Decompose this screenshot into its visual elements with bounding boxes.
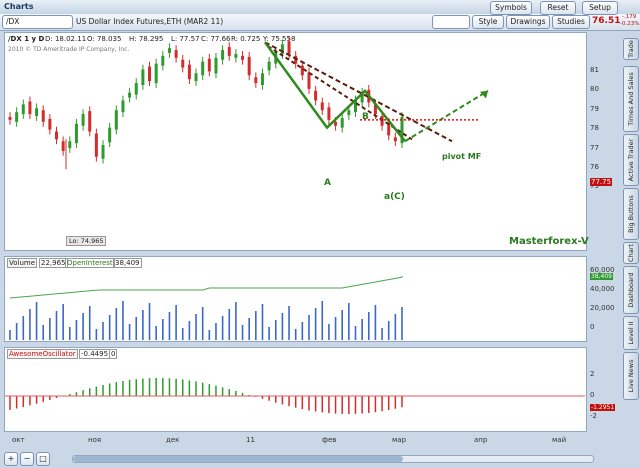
candle-body [347,110,351,116]
candle-body [194,73,198,82]
candle-body [154,63,158,84]
candle-body [141,69,145,85]
candle-body [128,92,132,98]
candle-body [207,58,211,72]
trend-line-upper [264,41,453,143]
candle-body [247,56,251,76]
candle-body [227,47,231,56]
ao-tick: -2 [590,412,597,420]
month-label: май [552,436,567,444]
candle-body [260,73,264,85]
side-tab[interactable]: Times And Sales [623,66,639,132]
candle-body [21,104,25,115]
candle-body [267,61,271,71]
candle-body [121,100,125,113]
month-label: фев [322,436,337,444]
month-label: мар [392,436,407,444]
volume-tick: 40,000 [590,285,615,293]
side-tab[interactable]: Level II [623,316,639,350]
candle-body [214,57,218,74]
candle-body [88,111,92,132]
candle-body [187,64,191,80]
candle-body [48,118,52,130]
price-tag-red: 77.75 [590,178,613,186]
candle-body [94,133,98,157]
zoom-controls: + − □ [4,452,64,466]
candle-body [307,72,311,89]
candle-body [254,77,258,84]
ao-tick: 0 [590,391,595,399]
month-label: ноя [88,436,102,444]
volume-tick: 20,000 [590,304,615,312]
candle-body [287,41,291,54]
candle-body [314,90,318,101]
chart-canvas [5,36,585,414]
wave-a-label: A [324,178,331,188]
candle-body [300,65,304,76]
candle-body [234,53,238,58]
candle-body [174,50,178,58]
scrollbar-thumb[interactable] [73,456,403,462]
month-label: 11 [246,436,255,444]
candle-body [241,55,245,60]
candle-body [393,137,397,142]
horizontal-scrollbar[interactable] [72,455,594,463]
candle-body [101,145,105,159]
candle-body [327,107,331,120]
candle-body [81,114,85,126]
candle-body [28,101,32,115]
candle-body [148,66,152,82]
candle-body [340,117,344,128]
candle-body [68,141,72,149]
ao-tick: 2 [590,370,595,378]
zoom-in-icon[interactable]: + [4,452,18,466]
candle-body [35,108,39,117]
price-tick: 77 [590,143,599,152]
month-label: окт [12,436,25,444]
side-tab[interactable]: Live News [623,352,639,400]
zoom-fit-icon[interactable]: □ [36,452,50,466]
month-label: апр [474,436,488,444]
candle-body [161,55,165,66]
candle-body [134,83,138,95]
pivot-label: pivot MF [442,152,482,161]
candle-body [74,123,78,144]
candle-body [181,59,185,68]
side-tab[interactable]: Chart [623,242,639,264]
ao-tag: -1.2951 [590,404,616,411]
candle-body [61,141,65,151]
price-tick: 78 [590,124,599,133]
price-tick: 80 [590,85,599,94]
side-tab[interactable]: Active Trader [623,134,639,186]
candle-body [114,110,118,130]
candle-body [334,121,338,126]
projection-line [404,89,489,143]
volume-tag: 38,409 [590,273,613,280]
trend-line-lower [267,45,413,141]
price-tick: 79 [590,104,599,113]
price-tick: 81 [590,66,599,74]
oi-line [9,276,403,299]
zoom-out-icon[interactable]: − [20,452,34,466]
candle-body [221,50,225,60]
candle-body [41,110,45,122]
wave-c-label: a(C) [384,192,405,202]
wave-b-label: B [362,112,369,122]
candle-body [167,48,171,53]
price-tick: 76 [590,163,599,171]
candle-body [55,131,59,140]
candle-body [8,116,12,120]
candle-body [320,102,324,111]
candle-body [201,61,205,76]
month-label: дек [166,436,180,444]
side-tab[interactable]: Big Buttons [623,188,639,240]
side-tab[interactable]: Trade [623,38,639,60]
candle-body [15,112,19,122]
side-tab[interactable]: Dashboard [623,266,639,314]
volume-tick: 0 [590,323,595,331]
candle-body [108,127,112,143]
